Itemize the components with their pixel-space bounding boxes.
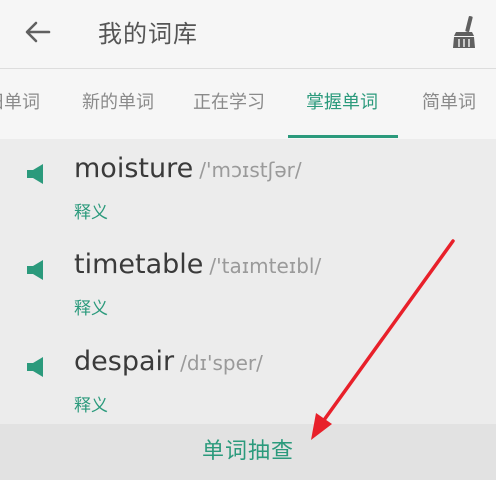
word-phonetic: /'mɔɪstʃər/ <box>199 158 302 182</box>
word-text: timetable <box>74 249 204 280</box>
list-item: moisture/'mɔɪstʃər/ 释义 <box>0 139 496 235</box>
list-item: timetable/'taɪmteɪbl/ 释义 <box>0 236 496 332</box>
speaker-icon[interactable] <box>25 356 47 378</box>
back-button[interactable] <box>20 14 56 50</box>
word-quiz-button[interactable]: 单词抽查 <box>0 424 496 480</box>
bottom-bar: 单词抽查 <box>0 424 496 480</box>
meaning-link[interactable]: 释义 <box>74 391 108 416</box>
tab-easy-words[interactable]: 简单词 <box>422 69 476 139</box>
tab-mastered-words[interactable]: 掌握单词 <box>306 69 378 139</box>
list-item: despair/dɪ'sper/ 释义 <box>0 333 496 429</box>
active-tab-indicator <box>288 135 398 138</box>
word-text: despair <box>74 346 175 377</box>
page-title: 我的词库 <box>98 20 198 48</box>
word-phonetic: /dɪ'sper/ <box>180 351 263 375</box>
broom-icon <box>453 15 475 48</box>
tab-new-words[interactable]: 新的单词 <box>82 69 154 139</box>
word-list: moisture/'mɔɪstʃər/ 释义 timetable/'taɪmte… <box>0 139 496 424</box>
word-phonetic: /'taɪmteɪbl/ <box>209 254 322 278</box>
word-entry: moisture/'mɔɪstʃər/ <box>74 153 302 184</box>
speaker-icon[interactable] <box>25 259 47 281</box>
category-tabs: 旧单词 新的单词 正在学习 掌握单词 简单词 <box>0 69 496 139</box>
word-entry: timetable/'taɪmteɪbl/ <box>74 249 321 280</box>
meaning-link[interactable]: 释义 <box>74 294 108 319</box>
speaker-icon[interactable] <box>25 163 47 185</box>
arrow-left-icon <box>25 21 51 43</box>
word-entry: despair/dɪ'sper/ <box>74 346 263 377</box>
word-text: moisture <box>74 153 194 184</box>
tab-old-words[interactable]: 旧单词 <box>0 69 40 139</box>
tab-learning[interactable]: 正在学习 <box>193 69 265 139</box>
clean-button[interactable] <box>444 10 482 54</box>
app-bar: 我的词库 <box>0 0 496 69</box>
meaning-link[interactable]: 释义 <box>74 198 108 223</box>
